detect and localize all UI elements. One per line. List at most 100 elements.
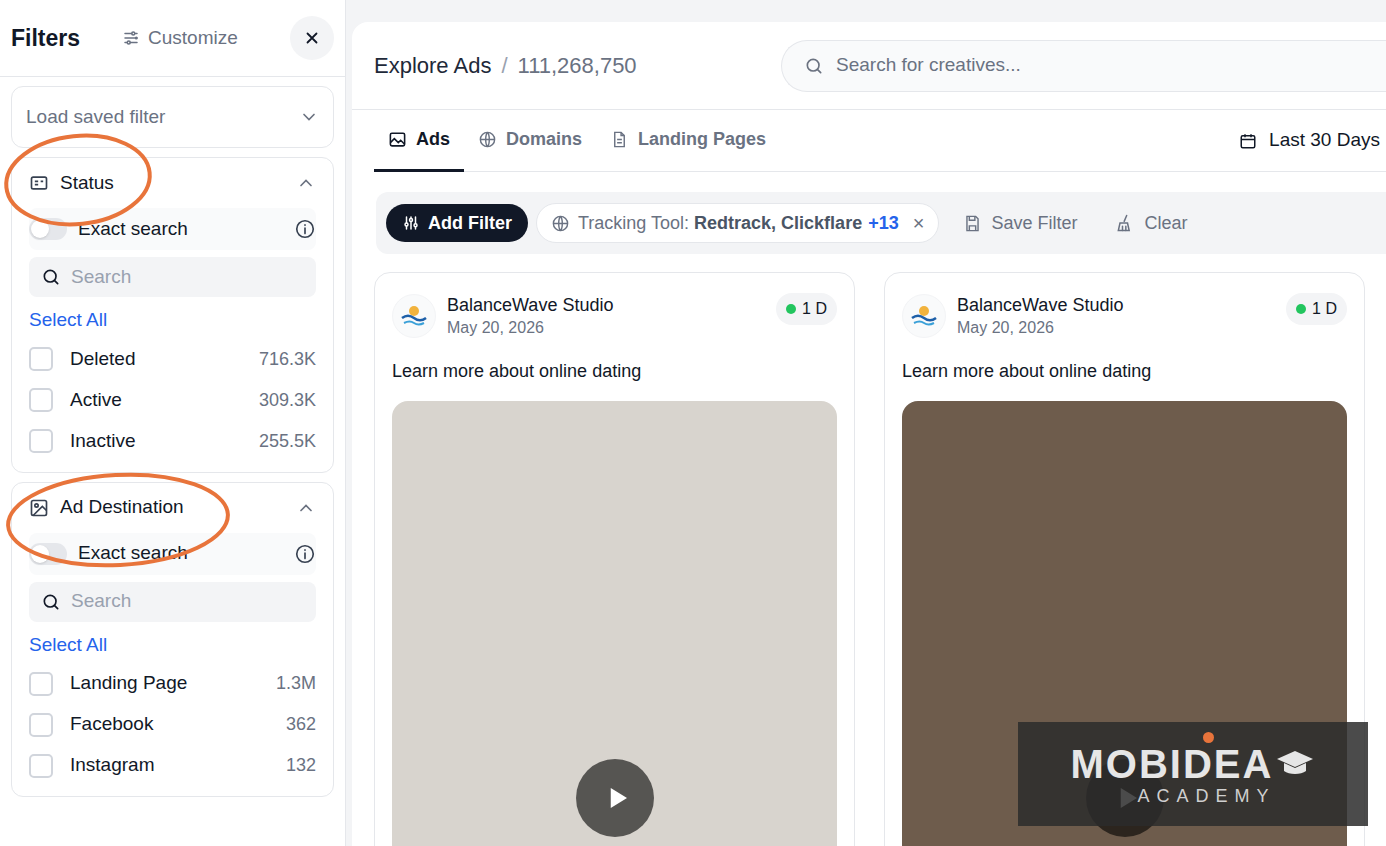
search-icon xyxy=(41,592,61,612)
filter-icon xyxy=(402,214,420,232)
filter-option[interactable]: Facebook362 xyxy=(29,704,316,745)
load-saved-filter-dropdown[interactable]: Load saved filter xyxy=(11,86,334,148)
option-count: 255.5K xyxy=(259,428,316,455)
watermark: MOBIDEAACADEMY xyxy=(1018,722,1368,826)
select-all-link[interactable]: Select All xyxy=(29,634,107,655)
search-input[interactable] xyxy=(836,51,1386,80)
save-icon xyxy=(963,214,982,233)
creative-search[interactable] xyxy=(781,40,1386,92)
exact-search-row: Exact search xyxy=(29,208,316,250)
watermark-title: MOBIDEA xyxy=(1071,742,1274,786)
filter-option[interactable]: Instagram 132 xyxy=(29,745,316,786)
filter-option[interactable]: Deleted716.3K xyxy=(29,339,316,380)
tab-icon xyxy=(388,130,407,149)
advertiser-logo-icon xyxy=(902,294,946,338)
broom-icon xyxy=(1115,213,1135,233)
filter-option[interactable]: Active 309.3K xyxy=(29,380,316,421)
checkbox[interactable] xyxy=(29,388,53,412)
toggle[interactable] xyxy=(29,543,67,565)
info-icon[interactable] xyxy=(294,543,316,565)
ad-text: Learn more about online dating xyxy=(902,359,1347,383)
exact-search-row: Exact search xyxy=(29,533,316,575)
advertiser-logo-icon xyxy=(392,294,436,338)
ad-date: May 20, 2026 xyxy=(957,317,1123,339)
section-header[interactable]: Ad Destination xyxy=(29,483,316,533)
ad-date: May 20, 2026 xyxy=(447,317,613,339)
page-title: Explore Ads xyxy=(374,49,491,82)
chip-remove-button[interactable]: × xyxy=(913,208,925,238)
globe-icon xyxy=(551,214,570,233)
play-button[interactable] xyxy=(576,759,654,837)
sliders-icon xyxy=(122,29,140,47)
option-count: 132 xyxy=(286,752,316,779)
tab[interactable]: Ads xyxy=(374,110,464,172)
save-filter-button[interactable]: Save Filter xyxy=(963,210,1077,237)
advertiser-name[interactable]: BalanceWave Studio xyxy=(447,293,613,317)
tab[interactable]: Landing Pages xyxy=(596,110,780,172)
section-header[interactable]: Status xyxy=(29,158,316,208)
option-count: 362 xyxy=(286,711,316,738)
option-label: Active xyxy=(70,386,122,415)
close-icon xyxy=(303,29,321,47)
close-button[interactable] xyxy=(290,16,334,60)
chevron-down-icon xyxy=(299,107,319,127)
filter-chip[interactable]: Tracking Tool:Redtrack, Clickflare+13× xyxy=(536,203,939,243)
customize-button[interactable]: Customize xyxy=(122,24,238,53)
select-all-link[interactable]: Select All xyxy=(29,309,107,330)
date-range-button[interactable]: Last 30 Days xyxy=(1239,126,1380,155)
filter-option[interactable]: Landing Page 1.3M xyxy=(29,663,316,704)
ad-count: 111,268,750 xyxy=(518,49,637,82)
option-label: Landing Page xyxy=(70,669,187,698)
duration-badge: 1 D xyxy=(1286,293,1347,325)
status-dot xyxy=(786,304,796,314)
filter-bar: Add FilterTracking Tool:Redtrack, Clickf… xyxy=(376,192,1386,254)
search-input[interactable] xyxy=(71,263,304,292)
chevron-icon[interactable] xyxy=(296,173,316,193)
filters-title: Filters xyxy=(11,21,80,56)
checkbox[interactable] xyxy=(29,347,53,371)
section-title: Status xyxy=(60,169,114,198)
tab-icon xyxy=(610,130,629,149)
option-count: 716.3K xyxy=(259,346,316,373)
search-icon xyxy=(41,267,61,287)
toggle[interactable] xyxy=(29,218,67,240)
toggle-label: Exact search xyxy=(78,215,188,244)
ad-media[interactable] xyxy=(392,401,837,846)
toggle-label: Exact search xyxy=(78,539,188,568)
play-icon xyxy=(602,783,632,813)
option-count: 1.3M xyxy=(276,670,316,697)
filters-panel: Filters Customize Load saved filter Status E… xyxy=(0,0,346,846)
duration-badge: 1 D xyxy=(776,293,837,325)
filter-option[interactable]: Inactive 255.5K xyxy=(29,421,316,462)
checkbox[interactable] xyxy=(29,713,53,737)
ad-card[interactable]: BalanceWave StudioMay 20, 2026 1 D Learn m… xyxy=(374,272,855,846)
graduation-cap-icon xyxy=(1275,749,1315,779)
ad-text: Learn more about online dating xyxy=(392,359,837,383)
section-icon xyxy=(29,498,49,518)
filter-section: Status Exact search Select All Deleted716.3… xyxy=(11,157,334,473)
section-search[interactable] xyxy=(29,257,316,297)
annotation-circles xyxy=(0,0,1386,846)
option-label: Inactive xyxy=(70,427,135,456)
checkbox[interactable] xyxy=(29,672,53,696)
search-input[interactable] xyxy=(71,587,304,616)
tab[interactable]: Domains xyxy=(464,110,596,172)
status-dot xyxy=(1296,304,1306,314)
section-search[interactable] xyxy=(29,582,316,622)
chevron-icon[interactable] xyxy=(296,498,316,518)
option-label: Instagram xyxy=(70,751,154,780)
checkbox[interactable] xyxy=(29,429,53,453)
calendar-icon xyxy=(1239,132,1257,150)
add-filter-button[interactable]: Add Filter xyxy=(386,204,528,242)
search-icon xyxy=(804,56,824,76)
checkbox[interactable] xyxy=(29,754,53,778)
section-title: Ad Destination xyxy=(60,493,184,522)
section-icon xyxy=(29,173,49,193)
filter-section: Ad Destination Exact search Select All Land… xyxy=(11,482,334,798)
info-icon[interactable] xyxy=(294,218,316,240)
option-count: 309.3K xyxy=(259,387,316,414)
tab-icon xyxy=(478,130,497,149)
watermark-subtitle: ACADEMY xyxy=(1137,786,1275,806)
advertiser-name[interactable]: BalanceWave Studio xyxy=(957,293,1123,317)
clear-button[interactable]: Clear xyxy=(1115,210,1187,237)
